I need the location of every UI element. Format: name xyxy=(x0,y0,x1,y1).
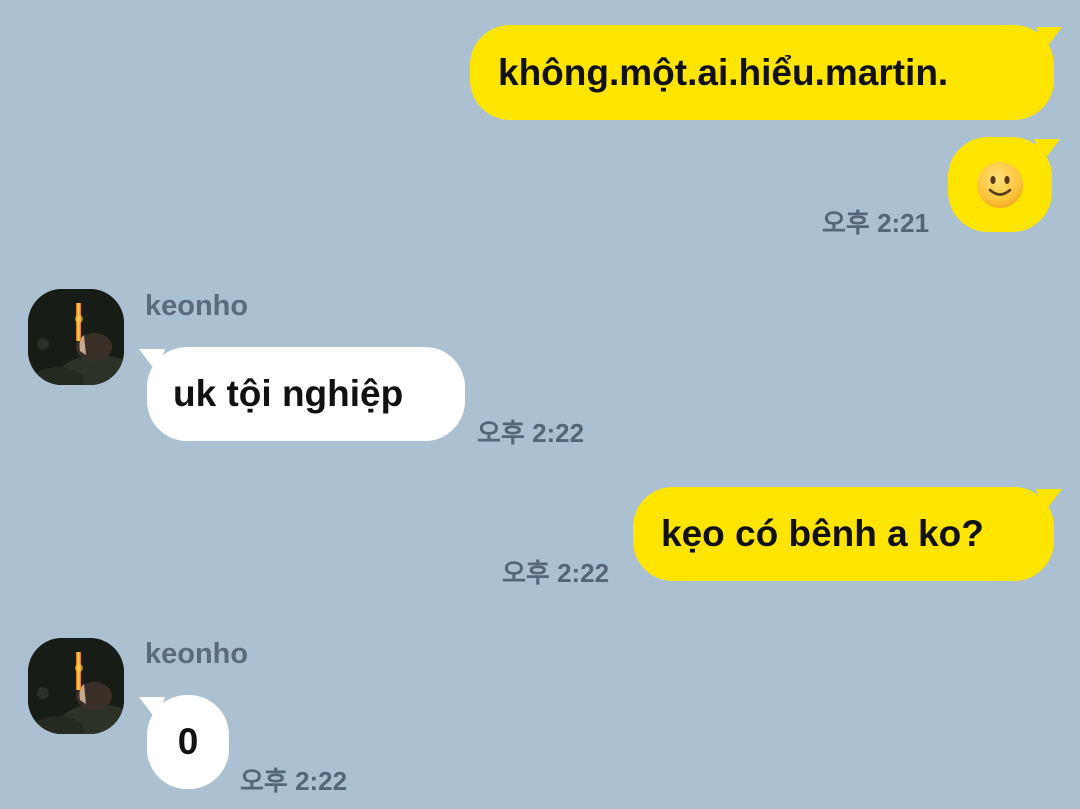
my-message-bubble[interactable]: kẹo có bênh a ko? xyxy=(633,487,1054,581)
message-timestamp: 오후 2:22 xyxy=(477,418,585,448)
message-timestamp: 오후 2:22 xyxy=(240,766,348,796)
their-message-bubble[interactable]: 0 xyxy=(147,695,229,789)
message-text: không.một.ai.hiểu.martin. xyxy=(498,51,949,93)
message-text: uk tội nghiệp xyxy=(173,373,404,414)
my-message-bubble[interactable]: không.một.ai.hiểu.martin. xyxy=(470,25,1054,120)
message-timestamp: 오후 2:21 xyxy=(822,208,930,238)
chat-room: không.một.ai.hiểu.martin. 오후 2:21 keonho… xyxy=(0,0,1080,809)
message-text: kẹo có bênh a ko? xyxy=(661,513,984,554)
sender-name: keonho xyxy=(145,638,249,670)
message-text: 0 xyxy=(177,721,199,762)
avatar[interactable] xyxy=(28,289,124,385)
their-message-bubble[interactable]: uk tội nghiệp xyxy=(147,347,465,441)
avatar[interactable] xyxy=(28,638,124,734)
message-timestamp: 오후 2:22 xyxy=(502,558,610,588)
my-message-bubble[interactable] xyxy=(948,137,1052,232)
sender-name: keonho xyxy=(145,290,249,322)
slightly-smiling-face-icon xyxy=(975,160,1025,210)
